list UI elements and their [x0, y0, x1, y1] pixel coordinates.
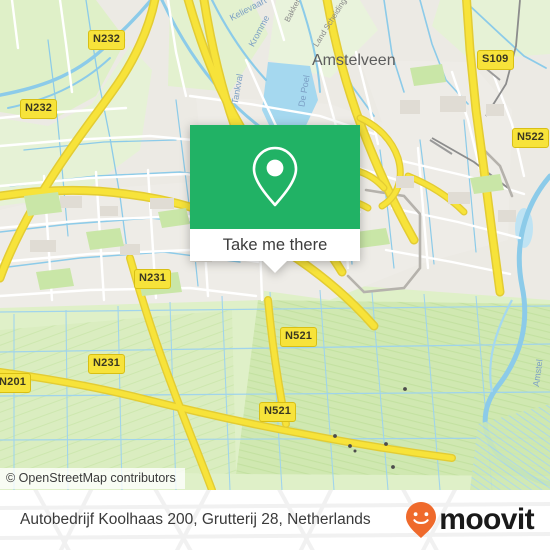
footer-bar: Autobedrijf Koolhaas 200, Grutterij 28, … — [0, 490, 550, 550]
moovit-wordmark: moovit — [439, 503, 534, 536]
road-shield-s109: S109 — [477, 50, 514, 70]
road-shield-n231-a: N231 — [134, 269, 172, 289]
road-shield-n232-b: N232 — [20, 99, 58, 119]
location-callout-card[interactable]: Take me there — [190, 125, 360, 273]
map-label-amstelveen: Amstelveen — [312, 52, 396, 69]
location-pin-icon — [252, 146, 298, 207]
location-title: Autobedrijf Koolhaas 200, Grutterij 28, … — [20, 511, 371, 528]
moovit-smiley-pin-icon — [406, 502, 437, 538]
map-canvas[interactable]: Amstelveen Kelievaart Kromme Tankval De … — [0, 0, 550, 490]
map-screenshot-page: Amstelveen Kelievaart Kromme Tankval De … — [0, 0, 550, 550]
take-me-there-button[interactable]: Take me there — [190, 229, 360, 261]
take-me-there-label: Take me there — [222, 235, 328, 254]
road-shield-n522: N522 — [512, 128, 550, 148]
road-shield-n232-a: N232 — [88, 30, 126, 50]
moovit-logo[interactable]: moovit — [404, 500, 535, 540]
road-shield-n201: N201 — [0, 373, 32, 393]
road-shield-n521-a: N521 — [280, 327, 318, 347]
callout-tail — [263, 261, 287, 273]
road-shield-n231-b: N231 — [88, 354, 126, 374]
osm-attribution[interactable]: © OpenStreetMap contributors — [0, 468, 185, 489]
road-shield-n521-b: N521 — [259, 402, 297, 422]
callout-icon-panel — [190, 125, 360, 229]
